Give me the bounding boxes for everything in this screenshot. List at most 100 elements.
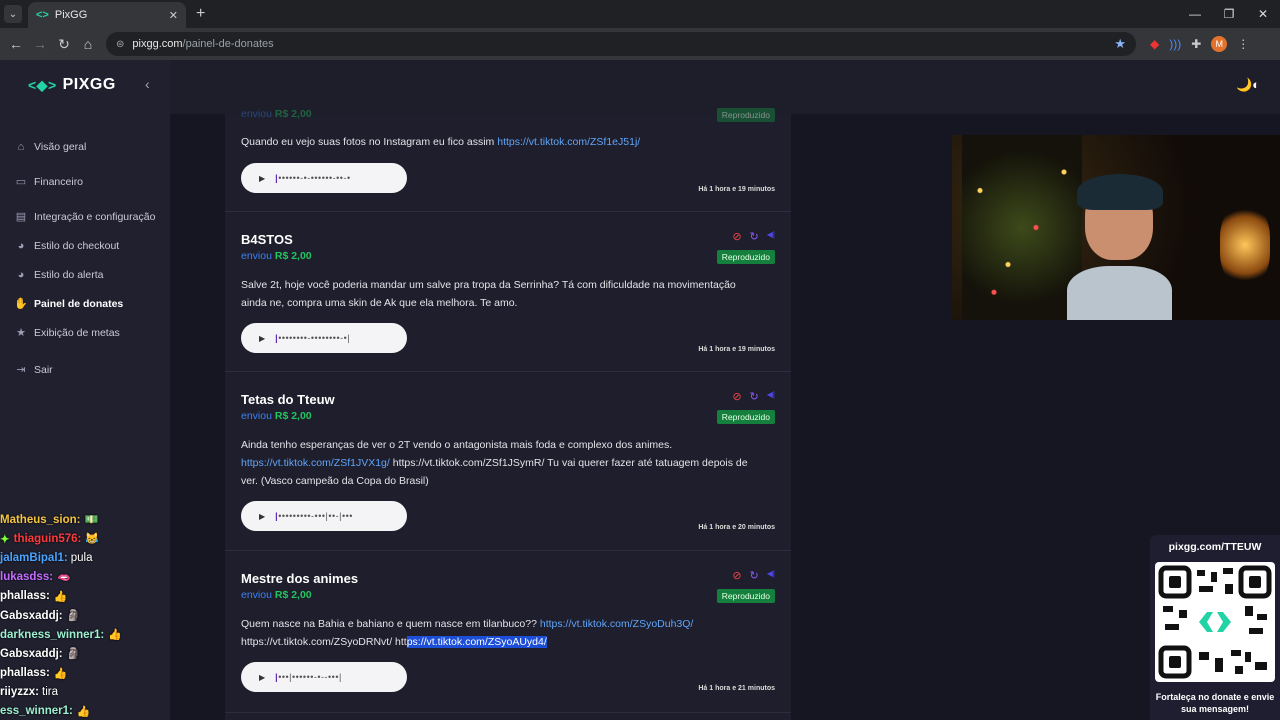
palette-icon: ◕ xyxy=(17,239,25,252)
streamer xyxy=(1067,174,1172,320)
waveform[interactable]: |••••••••-••••••••-•| xyxy=(275,333,350,343)
sidebar-item-label: Financeiro xyxy=(34,175,84,188)
sidebar-item-label: Sair xyxy=(34,363,53,376)
amount: R$ 2,00 xyxy=(274,589,312,601)
tab-search-icon[interactable]: ⌄ xyxy=(4,5,22,23)
sidebar-item-sair[interactable]: ⇥ Sair xyxy=(14,355,155,384)
timestamp: Há 1 hora e 20 minutos xyxy=(698,524,775,531)
replay-icon[interactable]: ↻ xyxy=(750,230,759,243)
donation-card: enviou R$ 2,00 Reproduzido Quando eu vej… xyxy=(225,84,791,212)
status-badge: Reproduzido xyxy=(716,589,775,603)
close-window-icon[interactable]: ✕ xyxy=(1246,0,1280,28)
block-icon[interactable]: ⊘ xyxy=(732,230,741,243)
timestamp: Há 1 hora e 21 minutos xyxy=(698,685,775,692)
block-icon[interactable]: ⊘ xyxy=(732,390,741,403)
audio-player[interactable]: ▶ |••••••••-••••••••-•| xyxy=(241,323,407,353)
bookmark-star-icon[interactable]: ★ xyxy=(1114,36,1126,52)
sidebar-item-financeiro[interactable]: ▭ Financeiro xyxy=(14,167,155,196)
sent-amount: enviou R$ 2,00 xyxy=(241,108,312,120)
forward-icon[interactable]: → xyxy=(28,36,52,52)
emote-icon: 👍 xyxy=(53,590,68,603)
chat-username: phallass: xyxy=(0,667,50,680)
webcam-overlay xyxy=(952,135,1280,320)
extensions-area: ◆ ))) ✚ M ⋮ xyxy=(1150,36,1249,52)
theme-toggle-icon[interactable]: 🌙◐ xyxy=(1236,77,1260,93)
mute-icon[interactable]: ◀| xyxy=(767,390,775,403)
tab-title: PixGG xyxy=(54,9,88,21)
close-tab-icon[interactable]: ✕ xyxy=(169,9,178,22)
home-icon[interactable]: ⌂ xyxy=(76,36,100,52)
reload-icon[interactable]: ↻ xyxy=(52,36,76,53)
pixgg-favicon-icon: <> xyxy=(36,9,49,21)
replay-icon[interactable]: ↻ xyxy=(750,390,759,403)
audio-player[interactable]: ▶ |••••••-•-••••••-••-• xyxy=(241,163,407,193)
emote-icon: 👍 xyxy=(76,705,91,718)
donation-card: B4STOS enviou R$ 2,00 ⊘ ↻ ◀| Reproduzido S… xyxy=(225,212,791,372)
play-icon[interactable]: ▶ xyxy=(259,334,265,343)
message-link[interactable]: https://vt.tiktok.com/ZSyoDuh3Q/ xyxy=(540,618,693,630)
donation-actions: ⊘ ↻ ◀| xyxy=(732,230,775,243)
minimize-icon[interactable]: — xyxy=(1178,0,1212,28)
donate-icon: ✋ xyxy=(14,298,28,310)
new-tab-icon[interactable]: + xyxy=(196,5,205,23)
status-badge: Reproduzido xyxy=(716,410,775,424)
logo[interactable]: <◆> PIXGG xyxy=(28,76,116,94)
selected-text[interactable]: ps://vt.tiktok.com/ZSyoAUyd4/ xyxy=(406,636,547,648)
more-icon[interactable]: ⋮ xyxy=(1237,37,1249,51)
play-icon[interactable]: ▶ xyxy=(259,512,265,521)
back-icon[interactable]: ← xyxy=(4,36,28,52)
block-icon[interactable]: ⊘ xyxy=(732,569,741,582)
site-info-icon[interactable]: ⊜ xyxy=(116,39,124,50)
sidebar-item-integracao[interactable]: ▤ Integração e configuração xyxy=(14,202,156,231)
message-text: Ainda tenho esperanças de ver o 2T vendo… xyxy=(241,439,673,451)
chat-text: pula xyxy=(70,551,93,564)
message-text: Quando eu vejo suas fotos no Instagram e… xyxy=(241,136,498,148)
sidebar-menu: ⌂ Visão geral ▭ Financeiro ▤ Integração e c… xyxy=(14,132,155,384)
restore-icon[interactable]: ❐ xyxy=(1212,0,1246,28)
audio-player[interactable]: ▶ |•••••••••-•••|••-|••• xyxy=(241,501,407,531)
waveform[interactable]: |•••|••••••-•--•••| xyxy=(275,672,342,682)
puzzle-icon[interactable]: ✚ xyxy=(1191,37,1201,51)
sidebar-item-exibicao-metas[interactable]: ★ Exibição de metas xyxy=(14,318,155,347)
replay-icon[interactable]: ↻ xyxy=(750,569,759,582)
collapse-sidebar-icon[interactable]: ‹ xyxy=(145,76,150,92)
window-controls: — ❐ ✕ xyxy=(1178,0,1280,28)
mute-icon[interactable]: ◀| xyxy=(767,569,775,582)
extension-icon[interactable]: ))) xyxy=(1169,37,1181,51)
audio-player[interactable]: ▶ |•••|••••••-•--•••| xyxy=(241,662,407,692)
donation-card: Mestre dos animes enviou R$ 2,00 ⊘ ↻ ◀| Re… xyxy=(225,551,791,713)
donor-name: B4STOS xyxy=(241,232,293,247)
message-link[interactable]: https://vt.tiktok.com/ZSf1JVX1g/ xyxy=(241,457,390,469)
donation-message: Quando eu vejo suas fotos no Instagram e… xyxy=(241,133,761,151)
play-icon[interactable]: ▶ xyxy=(259,174,265,183)
sidebar-item-label: Estilo do checkout xyxy=(34,239,120,252)
extension-icon[interactable]: ◆ xyxy=(1150,37,1159,51)
profile-avatar[interactable]: M xyxy=(1211,36,1228,52)
message-link[interactable]: https://vt.tiktok.com/ZSf1eJ51j/ xyxy=(497,136,640,148)
star-icon: ★ xyxy=(16,327,26,339)
donor-name: Tetas do Tteuw xyxy=(241,392,335,407)
sidebar-item-estilo-checkout[interactable]: ◕ Estilo do checkout xyxy=(14,231,155,260)
waveform[interactable]: |•••••••••-•••|••-|••• xyxy=(275,511,353,521)
mute-icon[interactable]: ◀| xyxy=(767,230,775,243)
message-text: https://vt.tiktok.com/ZSyoDRNvt/ htt xyxy=(241,636,407,648)
chat-username: thiaguin576: xyxy=(13,532,82,545)
waveform[interactable]: |••••••-•-••••••-••-• xyxy=(275,173,350,183)
sidebar-item-estilo-alerta[interactable]: ◕ Estilo do alerta xyxy=(14,260,155,289)
chat-message: riiyzzx: tira xyxy=(0,683,170,702)
qr-panel: pixgg.com/TTEUW Fortaleça no donate e en… xyxy=(1150,535,1280,720)
address-bar[interactable]: ⊜ pixgg.com/painel-de-donates ★ xyxy=(106,32,1136,56)
emote-icon: 🗿 xyxy=(66,610,81,623)
sidebar-item-visao-geral[interactable]: ⌂ Visão geral xyxy=(14,132,155,161)
chat-overlay: Matheus_sion: 💵 ✦ thiaguin576: 😹 jalamBipal1:… xyxy=(0,510,170,720)
sidebar-item-painel-donates[interactable]: ✋ Painel de donates xyxy=(14,289,155,318)
logo-text: PIXGG xyxy=(62,76,116,93)
status-badge: Reproduzido xyxy=(716,108,775,122)
status-badge: Reproduzido xyxy=(716,250,775,264)
play-icon[interactable]: ▶ xyxy=(259,673,265,682)
donation-card: Tetas do Tteuw enviou R$ 2,00 ⊘ ↻ ◀| Repro… xyxy=(225,372,791,551)
browser-tab[interactable]: <> PixGG ✕ xyxy=(28,2,186,28)
cap xyxy=(1077,174,1163,210)
chat-message: darkness_winner1: 👍 xyxy=(0,625,170,644)
amount: R$ 2,00 xyxy=(274,108,312,120)
